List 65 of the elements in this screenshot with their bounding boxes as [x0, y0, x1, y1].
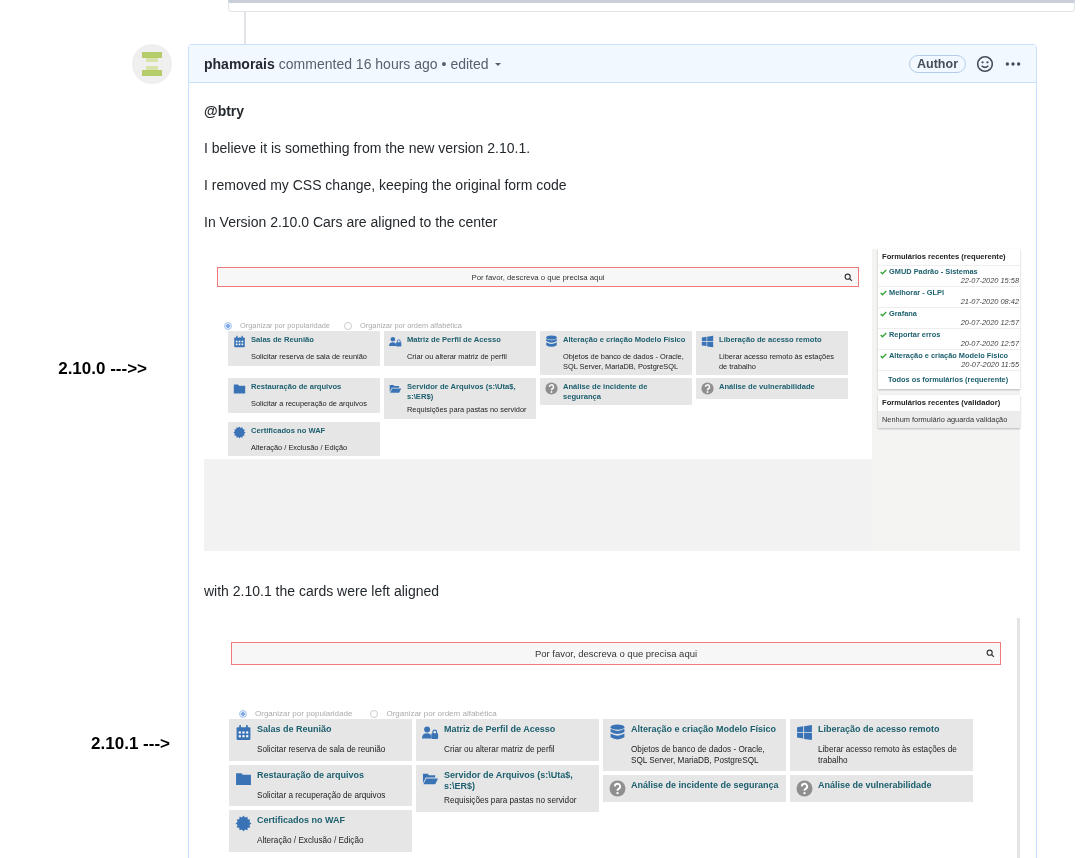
check-icon	[880, 289, 887, 296]
version-annotation: 2.10.1 --->	[91, 734, 170, 754]
card-description: Requisições para pastas no servidor	[443, 796, 578, 807]
card-description: Objetos de banco de dados - Oracle, SQL Server, MariaDB, PostgreSQL	[630, 745, 766, 767]
form-card[interactable]: Salas de Reunião Solicitar reserva de sala de reunião	[229, 719, 412, 761]
question-icon	[796, 780, 813, 798]
card-description: Solicitar a recuperação de arquivos	[256, 790, 387, 802]
search-field[interactable]: Por favor, descreva o que precisa aqui	[231, 642, 1001, 665]
version-annotation: 2.10.0 --->>	[58, 359, 147, 379]
card-description: Solicitar reserva de sala de reunião	[256, 745, 387, 756]
database-icon	[609, 724, 626, 741]
check-icon	[880, 331, 887, 338]
card-title: Salas de Reunião	[257, 724, 332, 736]
calendar-icon	[235, 724, 252, 741]
card-title: Certificados no WAF	[257, 815, 345, 827]
check-icon	[880, 268, 887, 275]
question-icon	[545, 382, 558, 396]
card-title: Alteração e criação Modelo Físico	[631, 724, 777, 736]
avatar-icon	[132, 44, 172, 84]
paragraph: I removed my CSS change, keeping the original form code	[204, 176, 568, 195]
form-card[interactable]: Liberação de acesso remoto Liberar acesso remoto às estações de trabalho	[790, 719, 973, 772]
check-icon	[880, 352, 887, 359]
question-icon	[609, 780, 626, 798]
form-card[interactable]: Servidor de Arquivos (s:\Uta$, s:\ER$) Requisições para pastas no servidor	[416, 764, 599, 812]
windows-logo-icon	[701, 335, 714, 348]
seal-icon	[235, 815, 252, 833]
search-icon	[844, 272, 853, 282]
folder-icon	[233, 382, 246, 396]
seal-icon	[233, 425, 246, 439]
form-card[interactable]: Análise de incidente de segurança	[603, 775, 786, 803]
form-card[interactable]: Alteração e criação Modelo Físico Objetos de banco de dados - Oracle, SQL Server, MariaDB, PostgreSQL	[603, 719, 786, 772]
card-title: Matriz de Perfil de Acesso	[444, 724, 556, 736]
card-title: Servidor de Arquivos (s:\Uta$, s:\ER$)	[444, 769, 574, 793]
card-title: Análise de vulnerabilidade	[818, 780, 932, 792]
search-icon	[986, 649, 995, 658]
radio-button[interactable]	[344, 321, 352, 330]
form-card[interactable]: Restauração de arquivos Solicitar a recuperação de arquivos	[229, 764, 412, 807]
database-icon	[545, 335, 558, 348]
calendar-icon	[233, 335, 246, 348]
card-title: Liberação de acesso remoto	[818, 724, 940, 736]
form-card[interactable]: Análise de vulnerabilidade	[790, 775, 973, 803]
paragraph: In Version 2.10.0 Cars are aligned to the center	[204, 213, 499, 232]
check-icon	[880, 310, 887, 317]
card-description: Alteração / Exclusão / Edição	[256, 836, 365, 847]
card-title: Restauração de arquivos	[257, 769, 365, 781]
user-lock-icon	[389, 335, 402, 348]
radio-button[interactable]	[224, 321, 232, 330]
card-description: Liberar acesso remoto às estações de trabalho	[817, 745, 958, 767]
paragraph: I believe it is something from the new version 2.10.1.	[204, 139, 532, 158]
paragraph: with 2.10.1 the cards were left aligned	[204, 582, 441, 601]
author-link[interactable]: phamorais	[204, 55, 275, 72]
form-card[interactable]: Matriz de Perfil de Acesso Criar ou alterar matriz de perfil	[416, 719, 599, 761]
radio-button[interactable]	[370, 709, 379, 718]
card-title: Análise de incidente de segurança	[631, 780, 779, 792]
form-card[interactable]: Certificados no WAF Alteração / Exclusão / Edição	[229, 810, 412, 852]
card-description: Criar ou alterar matriz de perfil	[443, 745, 556, 756]
comment-meta: commented 16 hours ago •	[278, 55, 447, 72]
radio-button[interactable]	[239, 709, 247, 718]
open-folder-icon	[389, 382, 402, 396]
mention-link[interactable]: @btry	[204, 103, 245, 119]
smiley-icon[interactable]	[976, 54, 994, 73]
question-icon	[701, 382, 714, 396]
user-lock-icon	[422, 724, 439, 741]
windows-logo-icon	[796, 724, 813, 741]
edited-dropdown[interactable]: edited	[450, 55, 502, 72]
